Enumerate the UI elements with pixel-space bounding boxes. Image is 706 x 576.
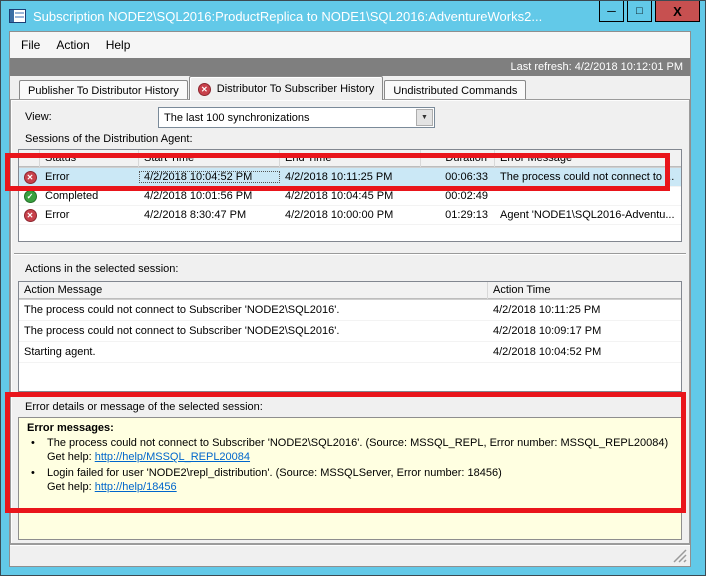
session-start-time: 4/2/2018 10:04:52 PM (139, 171, 280, 183)
error-message-line: Login failed for user 'NODE2\repl_distri… (47, 467, 502, 479)
close-button[interactable]: X (655, 1, 700, 22)
session-duration: 00:02:49 (421, 190, 495, 202)
view-dropdown[interactable]: The last 100 synchronizations ▼ (158, 107, 435, 128)
action-row[interactable]: The process could not connect to Subscri… (19, 300, 681, 321)
maximize-button[interactable]: □ (627, 1, 652, 22)
column-header-action-time[interactable]: Action Time (488, 282, 681, 299)
application-icon (9, 9, 26, 23)
session-status: Error (40, 171, 139, 183)
view-dropdown-value: The last 100 synchronizations (159, 112, 415, 124)
session-row-completed[interactable]: ✓ Completed 4/2/2018 10:01:56 PM 4/2/201… (19, 187, 681, 206)
menu-action[interactable]: Action (48, 35, 97, 55)
section-separator (14, 253, 686, 255)
column-header-status[interactable]: Status (40, 150, 139, 167)
minimize-button[interactable]: ─ (599, 1, 624, 22)
tab-error-icon: ✕ (198, 83, 211, 96)
error-message-item: • The process could not connect to Subsc… (27, 436, 673, 464)
column-header-action-message[interactable]: Action Message (19, 282, 488, 299)
session-row-error[interactable]: ✕ Error 4/2/2018 8:30:47 PM 4/2/2018 10:… (19, 206, 681, 225)
resize-grip-icon[interactable] (673, 549, 687, 563)
session-status: Completed (40, 190, 139, 202)
app-frame: File Action Help Last refresh: 4/2/2018 … (9, 31, 691, 567)
get-help-prefix: Get help: (47, 481, 95, 493)
tab-distributor-to-subscriber[interactable]: ✕ Distributor To Subscriber History (189, 76, 384, 100)
error-messages-heading: Error messages: (27, 422, 673, 434)
last-refresh-text: Last refresh: 4/2/2018 10:12:01 PM (511, 61, 683, 73)
column-header-status-icon[interactable] (19, 150, 40, 167)
actions-table-header: Action Message Action Time (19, 282, 681, 300)
column-header-duration[interactable]: Duration (421, 150, 495, 167)
action-row[interactable]: Starting agent. 4/2/2018 10:04:52 PM (19, 342, 681, 363)
last-refresh-bar: Last refresh: 4/2/2018 10:12:01 PM (10, 58, 690, 76)
actions-table: Action Message Action Time The process c… (18, 281, 682, 392)
error-message-item: • Login failed for user 'NODE2\repl_dist… (27, 466, 673, 494)
session-status: Error (40, 209, 139, 221)
sessions-label: Sessions of the Distribution Agent: (25, 133, 193, 145)
error-status-icon: ✕ (24, 209, 37, 222)
tab-label: Publisher To Distributor History (28, 85, 179, 97)
session-start-time: 4/2/2018 8:30:47 PM (139, 209, 280, 221)
tab-strip: Publisher To Distributor History ✕ Distr… (10, 76, 690, 100)
get-help-prefix: Get help: (47, 451, 95, 463)
column-header-end-time[interactable]: End Time (280, 150, 421, 167)
help-link[interactable]: http://help/MSSQL_REPL20084 (95, 451, 250, 463)
action-message: The process could not connect to Subscri… (19, 304, 488, 316)
view-label: View: (25, 111, 52, 123)
window-title: Subscription NODE2\SQL2016:ProductReplic… (33, 8, 542, 24)
chevron-down-icon[interactable]: ▼ (416, 109, 433, 126)
error-message-text: Login failed for user 'NODE2\repl_distri… (47, 466, 502, 494)
action-message: The process could not connect to Subscri… (19, 325, 488, 337)
bullet-icon: • (27, 466, 47, 494)
column-header-error-message[interactable]: Error Message (495, 150, 681, 167)
sessions-table-header: Status Start Time End Time Duration Erro… (19, 150, 681, 168)
action-time: 4/2/2018 10:09:17 PM (488, 325, 681, 337)
title-bar[interactable]: Subscription NODE2\SQL2016:ProductReplic… (1, 1, 705, 31)
sessions-table: Status Start Time End Time Duration Erro… (18, 149, 682, 242)
error-details-box: Error messages: • The process could not … (18, 417, 682, 540)
error-details-label: Error details or message of the selected… (25, 401, 263, 413)
session-row-error-selected[interactable]: ✕ Error 4/2/2018 10:04:52 PM 4/2/2018 10… (19, 168, 681, 187)
error-message-line: The process could not connect to Subscri… (47, 437, 668, 449)
session-duration: 00:06:33 (421, 171, 495, 183)
error-status-icon: ✕ (24, 171, 37, 184)
completed-status-icon: ✓ (24, 190, 37, 203)
action-row[interactable]: The process could not connect to Subscri… (19, 321, 681, 342)
action-time: 4/2/2018 10:11:25 PM (488, 304, 681, 316)
tab-label: Undistributed Commands (393, 85, 517, 97)
session-start-time: 4/2/2018 10:01:56 PM (139, 190, 280, 202)
bullet-icon: • (27, 436, 47, 464)
session-error-message: Agent 'NODE1\SQL2016-Adventu... (495, 209, 681, 221)
session-end-time: 4/2/2018 10:00:00 PM (280, 209, 421, 221)
actions-label: Actions in the selected session: (25, 263, 178, 275)
error-message-text: The process could not connect to Subscri… (47, 436, 668, 464)
help-link[interactable]: http://help/18456 (95, 481, 177, 493)
action-time: 4/2/2018 10:04:52 PM (488, 346, 681, 358)
tab-page: View: The last 100 synchronizations ▼ Se… (10, 99, 690, 544)
status-bar (10, 544, 690, 566)
column-header-start-time[interactable]: Start Time (139, 150, 280, 167)
session-end-time: 4/2/2018 10:11:25 PM (280, 171, 421, 183)
action-message: Starting agent. (19, 346, 488, 358)
menu-help[interactable]: Help (98, 35, 139, 55)
replication-monitor-window: Subscription NODE2\SQL2016:ProductReplic… (0, 0, 706, 576)
menu-bar: File Action Help (10, 32, 690, 58)
tab-undistributed-commands[interactable]: Undistributed Commands (384, 80, 526, 100)
session-error-message: The process could not connect to ... (495, 171, 681, 183)
session-duration: 01:29:13 (421, 209, 495, 221)
tab-publisher-to-distributor[interactable]: Publisher To Distributor History (19, 80, 188, 100)
tab-label: Distributor To Subscriber History (217, 83, 375, 95)
menu-file[interactable]: File (13, 35, 48, 55)
session-end-time: 4/2/2018 10:04:45 PM (280, 190, 421, 202)
